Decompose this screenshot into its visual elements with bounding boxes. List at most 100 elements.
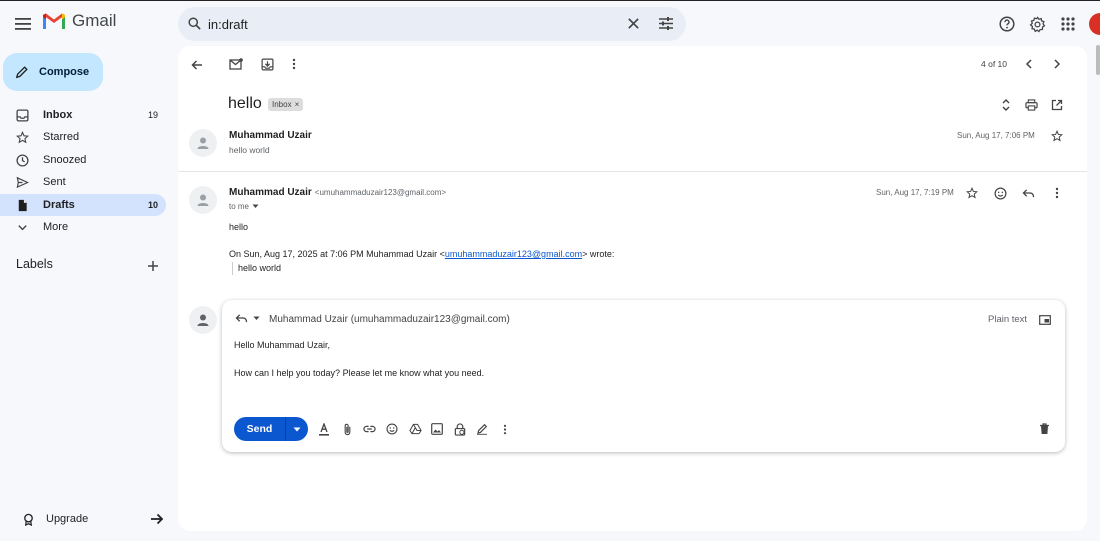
reply-line-1[interactable]: Hello Muhammad Uzair, <box>234 340 330 350</box>
account-avatar[interactable] <box>1089 13 1100 35</box>
newer-button[interactable] <box>1021 55 1037 73</box>
settings-button[interactable] <box>1026 13 1048 35</box>
support-button[interactable] <box>996 13 1018 35</box>
insert-signature-button[interactable] <box>474 421 490 437</box>
upgrade-button[interactable]: Upgrade <box>12 507 164 531</box>
send-button[interactable]: Send <box>234 417 285 441</box>
create-label-button[interactable] <box>145 258 161 274</box>
my-avatar <box>189 306 217 334</box>
more-options-button[interactable] <box>286 55 302 73</box>
send-icon <box>16 176 29 188</box>
print-icon <box>1024 99 1038 111</box>
help-icon <box>999 16 1015 32</box>
quote-suffix: > wrote: <box>582 249 615 259</box>
back-button[interactable] <box>188 56 206 74</box>
reply-line-2[interactable]: How can I help you today? Please let me … <box>234 368 484 378</box>
recipients-toggle[interactable]: to me <box>229 202 259 211</box>
person-icon <box>197 314 209 326</box>
insert-photo-button[interactable] <box>429 421 445 437</box>
remove-label-icon[interactable]: × <box>295 100 300 109</box>
trash-icon <box>1039 423 1049 434</box>
caret-down-icon <box>293 427 301 431</box>
inbox-icon <box>16 108 29 122</box>
confidential-mode-button[interactable] <box>452 421 468 437</box>
insert-emoji-button[interactable] <box>384 421 400 437</box>
emoji-icon <box>386 423 398 435</box>
lock-clock-icon <box>454 422 466 436</box>
arrow-left-icon <box>191 60 202 70</box>
drive-icon <box>408 423 422 435</box>
reply-recipient[interactable]: Muhammad Uzair (umuhammaduzair123@gmail.… <box>269 314 510 325</box>
labels-heading: Labels <box>16 257 53 271</box>
mark-unread-button[interactable] <box>227 55 245 73</box>
inbox-count: 19 <box>147 110 158 120</box>
arrow-right-icon <box>151 513 164 525</box>
reply-type-selector[interactable] <box>235 313 260 324</box>
message-more-button[interactable] <box>1049 185 1065 201</box>
sidebar-item-label: Snoozed <box>43 154 87 166</box>
insert-link-button[interactable] <box>361 421 377 437</box>
older-button[interactable] <box>1049 55 1065 73</box>
sidebar-item-starred[interactable]: Starred <box>0 126 166 148</box>
sidebar-item-label: More <box>43 221 69 233</box>
star-button[interactable] <box>1049 128 1065 144</box>
search-options-icon[interactable] <box>658 16 674 31</box>
side-panel-handle[interactable] <box>1096 45 1100 75</box>
schedule-send-button[interactable] <box>285 417 308 441</box>
more-compose-options-button[interactable] <box>497 421 513 437</box>
expand-all-button[interactable] <box>998 97 1014 113</box>
sidebar-item-drafts[interactable]: Drafts 10 <box>0 194 166 216</box>
sidebar-item-label: Sent <box>43 176 66 188</box>
print-button[interactable] <box>1023 97 1039 113</box>
compose-button[interactable]: Compose <box>3 53 103 91</box>
message-date: Sun, Aug 17, 7:06 PM <box>957 131 1035 140</box>
sidebar-item-label: Inbox <box>43 109 73 121</box>
compose-label: Compose <box>39 66 90 78</box>
inbox-label-badge[interactable]: Inbox × <box>268 98 304 111</box>
insert-drive-button[interactable] <box>407 421 423 437</box>
quote-prefix: On Sun, Aug 17, 2025 at 7:06 PM Muhammad… <box>229 249 445 259</box>
sender-name[interactable]: Muhammad Uzair <box>229 187 312 198</box>
sidebar-item-inbox[interactable]: Inbox 19 <box>0 104 166 126</box>
quote-email-link[interactable]: umuhammaduzair123@gmail.com <box>445 249 582 259</box>
apps-button[interactable] <box>1057 13 1079 35</box>
sender-name[interactable]: Muhammad Uzair <box>229 130 312 141</box>
clear-search-icon[interactable] <box>627 17 640 30</box>
quoted-text: hello world <box>232 262 281 275</box>
link-icon <box>362 425 376 433</box>
app-title: Gmail <box>72 11 117 30</box>
recipients-text: to me <box>229 202 250 211</box>
chevron-right-icon <box>1054 59 1061 69</box>
message-snippet[interactable]: hello world <box>229 145 270 155</box>
sidebar-item-sent[interactable]: Sent <box>0 171 166 193</box>
gmail-logo[interactable]: Gmail <box>42 11 116 31</box>
pop-out-icon <box>1039 315 1051 325</box>
open-new-window-button[interactable] <box>1049 97 1065 113</box>
main-menu-button[interactable] <box>8 9 38 39</box>
formatting-button[interactable] <box>316 421 332 437</box>
search-bar[interactable] <box>178 7 686 41</box>
star-icon <box>966 187 978 199</box>
move-to-button[interactable] <box>258 55 276 73</box>
search-icon[interactable] <box>187 16 202 31</box>
reply-button[interactable] <box>1020 185 1036 201</box>
send-button-group[interactable]: Send <box>234 417 308 441</box>
reply-compose-box[interactable]: Muhammad Uzair (umuhammaduzair123@gmail.… <box>222 300 1065 452</box>
sidebar-item-snoozed[interactable]: Snoozed <box>0 149 166 171</box>
text-format-icon <box>319 422 329 436</box>
pagination-text: 4 of 10 <box>981 59 1007 69</box>
discard-draft-button[interactable] <box>1036 421 1052 437</box>
search-input[interactable] <box>208 7 608 41</box>
star-button[interactable] <box>964 185 980 201</box>
add-reaction-button[interactable] <box>992 185 1008 201</box>
person-icon <box>197 137 209 149</box>
sidebar-item-label: Starred <box>43 131 80 143</box>
message-divider <box>178 171 1087 172</box>
star-icon <box>1051 130 1063 142</box>
plain-text-toggle[interactable]: Plain text <box>988 314 1027 325</box>
reply-icon <box>235 314 248 323</box>
pop-out-button[interactable] <box>1037 312 1053 328</box>
chevron-left-icon <box>1025 59 1032 69</box>
sidebar-item-more[interactable]: More <box>0 216 166 238</box>
attach-file-button[interactable] <box>339 421 355 437</box>
